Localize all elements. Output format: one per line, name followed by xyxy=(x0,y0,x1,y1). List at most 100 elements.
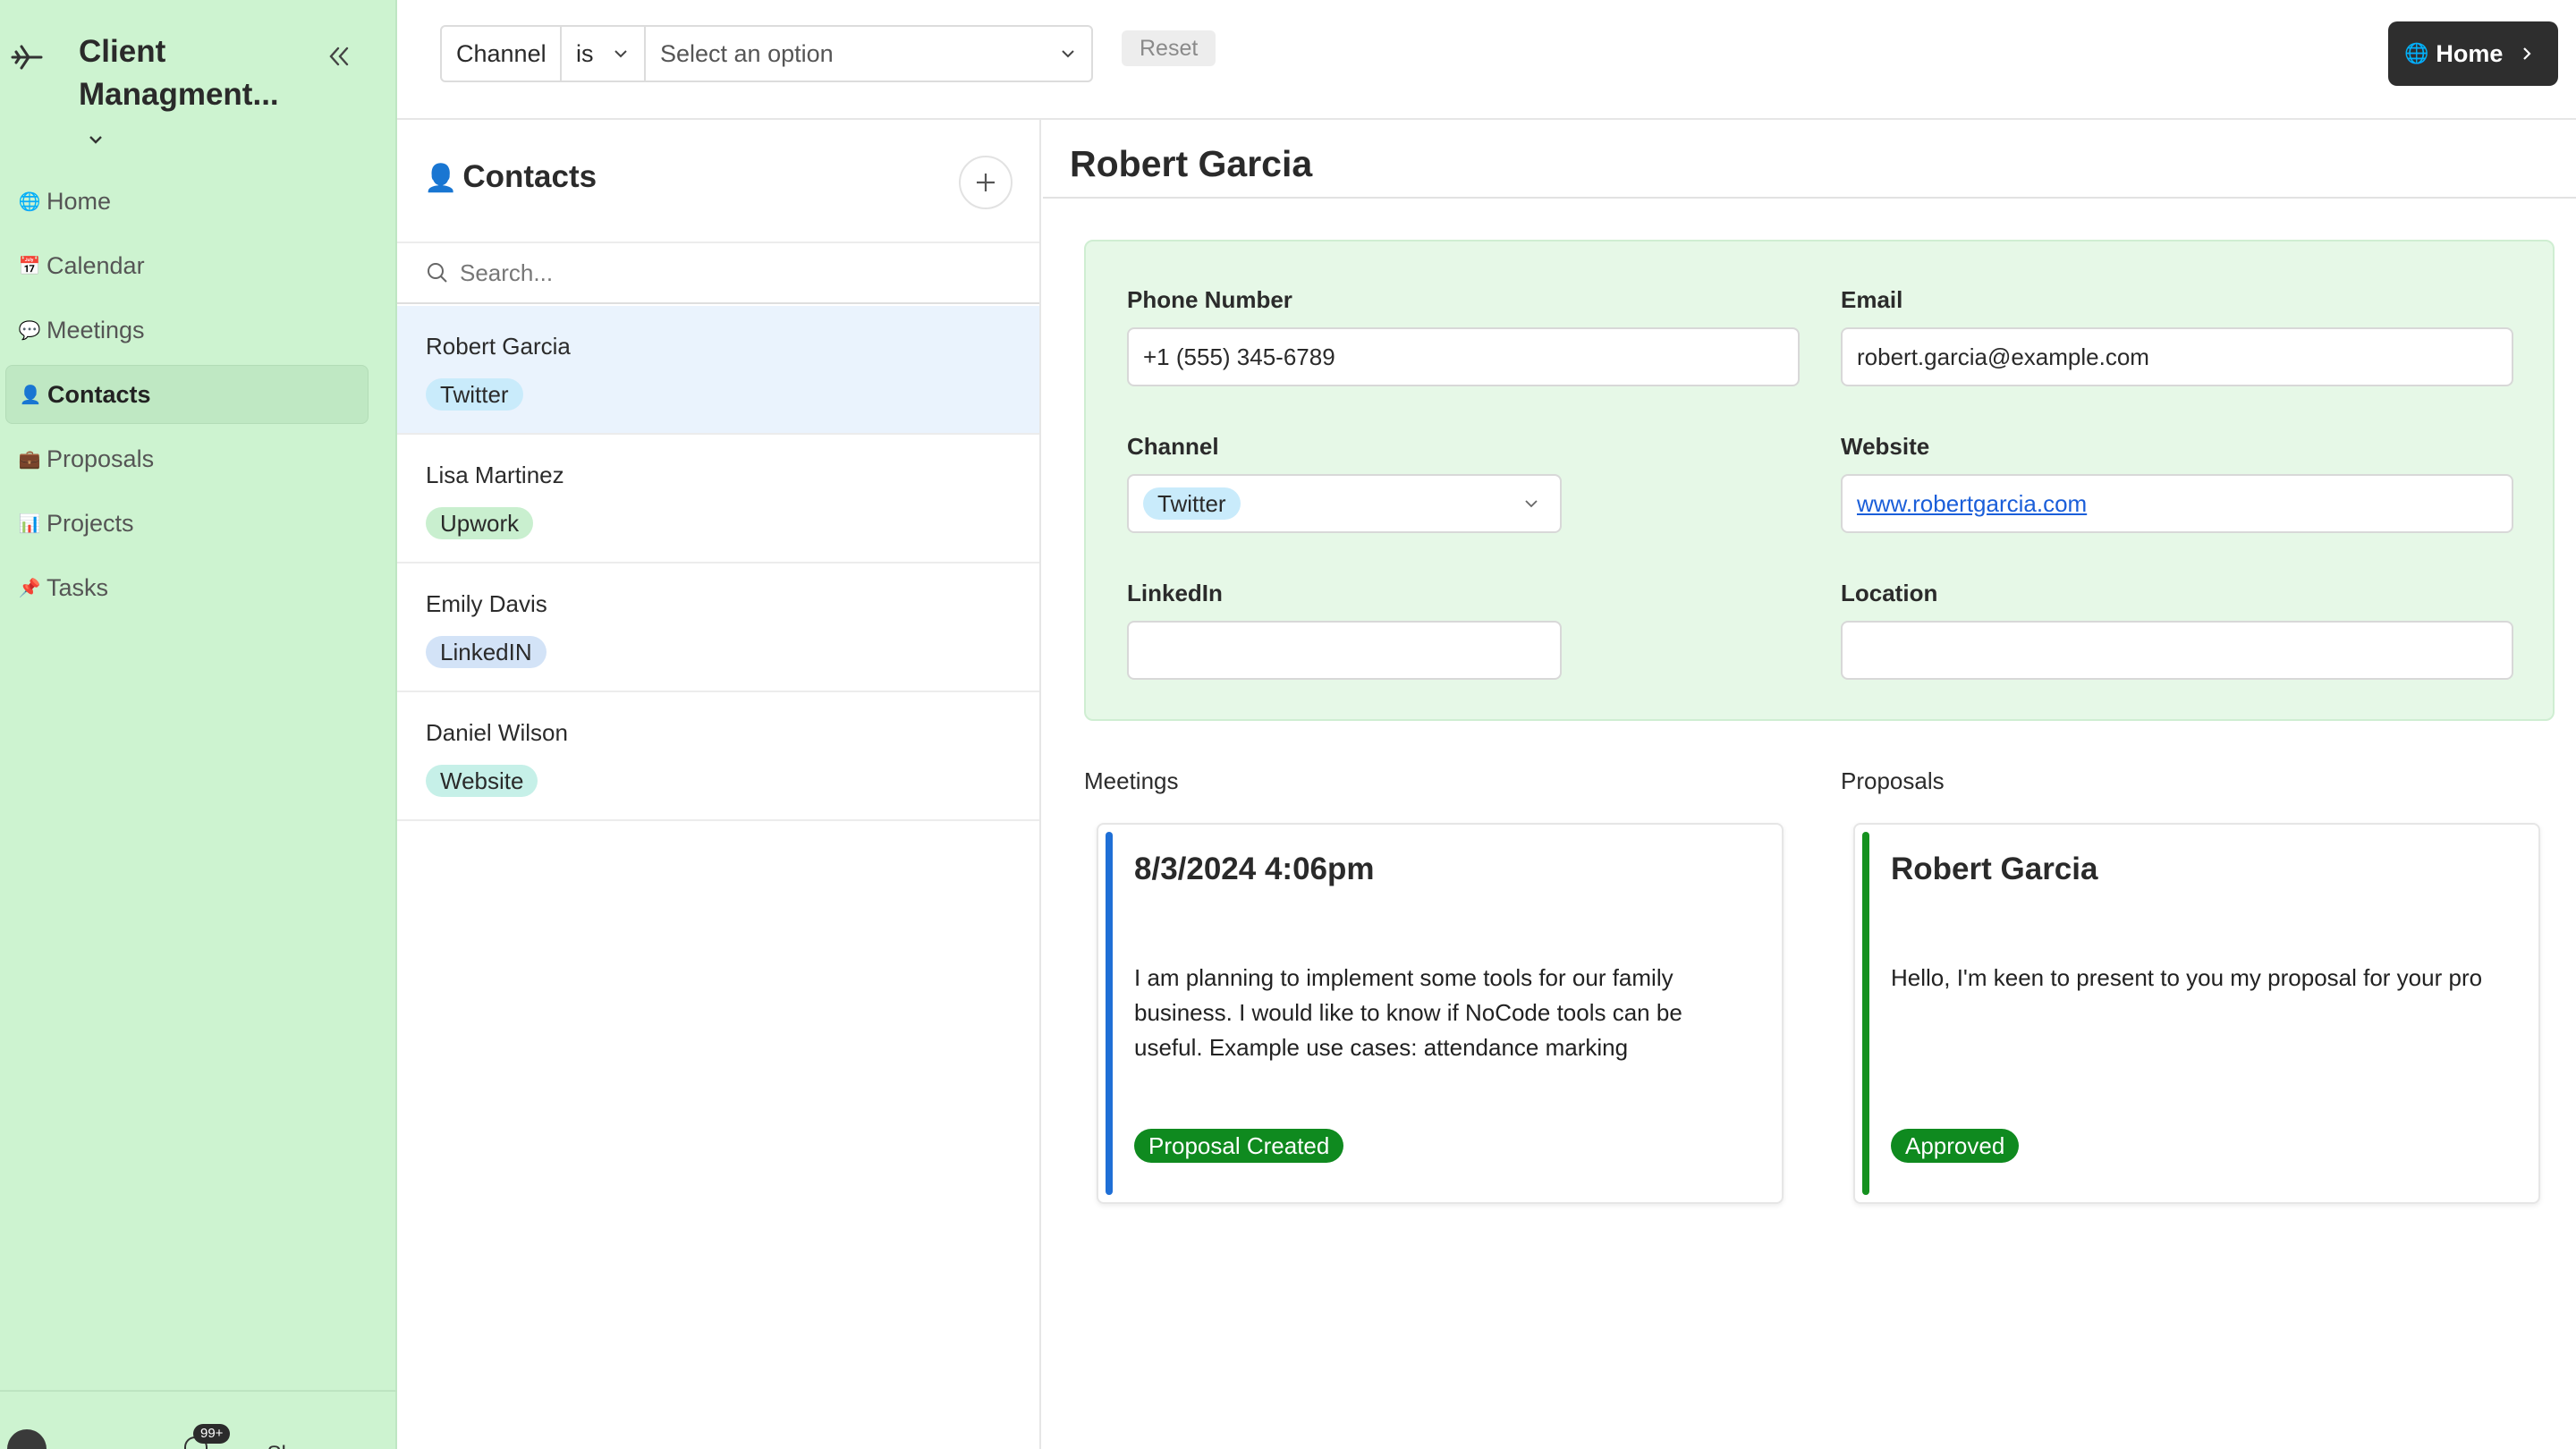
sidebar-item-label: Contacts xyxy=(47,380,151,408)
workspace-title[interactable]: Client Managment... xyxy=(79,30,311,159)
status-badge: Proposal Created xyxy=(1134,1129,1344,1163)
channel-select[interactable]: Twitter xyxy=(1127,474,1562,533)
avatar[interactable] xyxy=(7,1429,47,1449)
sidebar-footer: 99+ ↦ Share xyxy=(0,1390,397,1449)
card-accent-bar xyxy=(1106,832,1113,1195)
home-button-label: Home xyxy=(2436,39,2504,67)
sidebar-item-label: Tasks xyxy=(47,573,109,601)
contact-name: Lisa Martinez xyxy=(426,462,564,488)
location-field[interactable] xyxy=(1841,621,2513,680)
briefcase-icon: 💼 xyxy=(18,449,41,470)
share-arrow-icon: ↦ xyxy=(242,1443,258,1449)
meeting-notes-line: I am planning to implement some tools fo… xyxy=(1134,964,1674,991)
location-input[interactable] xyxy=(1857,636,2512,665)
bar-chart-icon: 📊 xyxy=(18,513,41,534)
workspace-title-text: Client Managment... xyxy=(79,34,279,112)
channel-tag: LinkedIN xyxy=(426,636,547,668)
location-label: Location xyxy=(1841,580,1938,606)
meeting-date: 8/3/2024 4:06pm xyxy=(1134,852,1375,886)
share-button[interactable]: ↦ Share xyxy=(242,1442,324,1449)
contact-row[interactable]: Emily Davis LinkedIN xyxy=(397,564,1039,692)
person-icon: 👤 xyxy=(19,385,42,405)
sidebar-item-proposals[interactable]: 💼 Proposals xyxy=(5,429,369,488)
contact-name: Robert Garcia xyxy=(426,333,571,360)
page-title: Robert Garcia xyxy=(1070,143,1313,184)
contact-row[interactable]: Robert Garcia Twitter xyxy=(397,306,1039,435)
channel-filter: Channel is Select an option xyxy=(440,25,1093,82)
proposal-card[interactable]: Robert Garcia Hello, I'm keen to present… xyxy=(1853,823,2540,1204)
meetings-section-label: Meetings xyxy=(1084,767,1179,794)
contacts-heading: 👤 Contacts xyxy=(424,159,597,195)
contact-detail: Robert Garcia Phone Number Email Channel… xyxy=(1043,120,2576,1449)
notification-badge: 99+ xyxy=(193,1424,231,1444)
channel-tag: Twitter xyxy=(426,378,523,411)
sidebar-item-label: Home xyxy=(47,187,112,215)
filter-field-label: Channel xyxy=(456,39,547,67)
filter-operator-select[interactable]: is xyxy=(562,27,646,80)
website-link[interactable]: www.robertgarcia.com xyxy=(1857,490,2087,518)
status-badge: Approved xyxy=(1891,1129,2020,1163)
phone-input[interactable] xyxy=(1143,343,1798,371)
chevron-down-icon xyxy=(89,135,102,144)
contact-name: Emily Davis xyxy=(426,590,547,617)
search-icon xyxy=(428,263,447,283)
add-contact-button[interactable] xyxy=(959,156,1013,209)
filter-operator-label: is xyxy=(576,39,594,67)
share-label: Share xyxy=(267,1442,324,1449)
sidebar-item-meetings[interactable]: 💬 Meetings xyxy=(5,301,369,360)
search-input[interactable] xyxy=(460,258,996,287)
sidebar-item-contacts[interactable]: 👤 Contacts xyxy=(5,365,369,424)
contact-name: Daniel Wilson xyxy=(426,719,568,746)
contacts-panel: 👤Contacts Robert Garcia Twitter Lisa Mar… xyxy=(397,120,1041,1449)
proposal-title: Robert Garcia xyxy=(1891,852,2098,886)
filter-value-select[interactable]: Select an option xyxy=(646,27,1091,80)
sidebar-item-label: Proposals xyxy=(47,445,155,472)
linkedin-field[interactable] xyxy=(1127,621,1562,680)
chevron-right-icon xyxy=(2523,47,2531,60)
person-icon: 👤 xyxy=(424,164,458,193)
meeting-card[interactable]: 8/3/2024 4:06pm I am planning to impleme… xyxy=(1097,823,1784,1204)
website-label: Website xyxy=(1841,433,1930,460)
airplane-logo-icon xyxy=(11,45,43,70)
sidebar-item-calendar[interactable]: 📅 Calendar xyxy=(5,236,369,295)
sidebar-nav: 🌐 Home 📅 Calendar 💬 Meetings 👤 Contacts … xyxy=(5,172,369,623)
reset-button[interactable]: Reset xyxy=(1122,30,1216,66)
sidebar-item-home[interactable]: 🌐 Home xyxy=(5,172,369,231)
meeting-notes: I am planning to implement some tools fo… xyxy=(1134,961,1682,1065)
chevron-down-icon xyxy=(1062,50,1074,58)
phone-field[interactable] xyxy=(1127,327,1800,386)
divider xyxy=(1043,197,2576,199)
channel-tag: Website xyxy=(426,765,538,797)
globe-icon: 🌐 xyxy=(18,191,41,212)
filter-value-placeholder: Select an option xyxy=(660,39,834,67)
calendar-icon: 📅 xyxy=(18,256,41,276)
linkedin-input[interactable] xyxy=(1143,636,1560,665)
home-button[interactable]: 🌐 Home xyxy=(2388,21,2558,86)
phone-label: Phone Number xyxy=(1127,286,1292,313)
meeting-notes-line: useful. Example use cases: attendance ma… xyxy=(1134,1034,1629,1061)
linkedin-label: LinkedIn xyxy=(1127,580,1223,606)
plus-icon xyxy=(977,174,995,191)
topbar: Channel is Select an option Reset 🌐 Home xyxy=(397,0,2576,120)
sidebar: Client Managment... 🌐 Home 📅 Calendar 💬 … xyxy=(0,0,397,1449)
sidebar-item-tasks[interactable]: 📌 Tasks xyxy=(5,558,369,617)
proposal-summary: Hello, I'm keen to present to you my pro… xyxy=(1891,961,2535,996)
sidebar-item-label: Meetings xyxy=(47,316,145,343)
channel-tag: Twitter xyxy=(1143,487,1241,520)
speech-bubble-icon: 💬 xyxy=(18,320,41,341)
website-field[interactable]: www.robertgarcia.com xyxy=(1841,474,2513,533)
email-input[interactable] xyxy=(1857,343,2512,371)
proposal-summary-line: Hello, I'm keen to present to you my pro… xyxy=(1891,964,2483,991)
contact-row[interactable]: Daniel Wilson Website xyxy=(397,692,1039,821)
contacts-heading-text: Contacts xyxy=(462,159,597,194)
contact-row[interactable]: Lisa Martinez Upwork xyxy=(397,435,1039,564)
sidebar-item-label: Calendar xyxy=(47,251,145,279)
contact-form: Phone Number Email Channel Twitter Websi… xyxy=(1084,240,2555,721)
sidebar-item-projects[interactable]: 📊 Projects xyxy=(5,494,369,553)
collapse-sidebar-icon[interactable] xyxy=(324,41,354,72)
globe-icon: 🌐 xyxy=(2404,42,2429,64)
proposals-section-label: Proposals xyxy=(1841,767,1945,794)
email-field[interactable] xyxy=(1841,327,2513,386)
card-accent-bar xyxy=(1862,832,1869,1195)
filter-field[interactable]: Channel xyxy=(442,27,562,80)
